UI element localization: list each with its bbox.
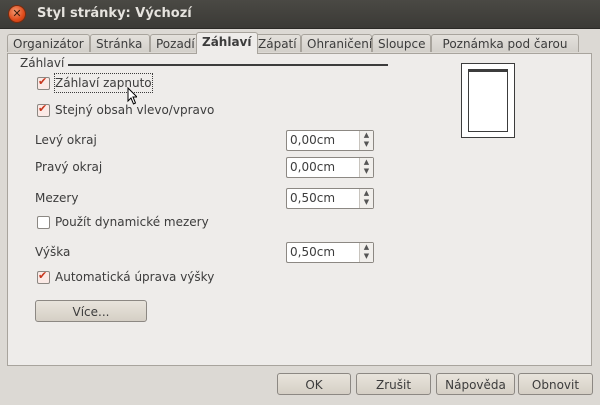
header-on-label: Záhlaví zapnuto xyxy=(54,73,153,93)
spin-arrows-icon[interactable]: ▲ ▼ xyxy=(359,131,373,150)
page-preview xyxy=(461,63,515,138)
tab-poznamka-pod-carou[interactable]: Poznámka pod čarou xyxy=(431,34,579,52)
tab-zapati[interactable]: Zápatí xyxy=(252,34,301,52)
tab-sloupce[interactable]: Sloupce xyxy=(372,34,431,52)
tab-ohraniceni[interactable]: Ohraničení xyxy=(301,34,372,52)
preview-page xyxy=(468,69,508,132)
checkbox-box[interactable] xyxy=(37,75,50,90)
spin-arrows-icon[interactable]: ▲ ▼ xyxy=(359,243,373,262)
same-content-label: Stejný obsah vlevo/vpravo xyxy=(55,103,215,117)
right-margin-label: Pravý okraj xyxy=(35,160,103,174)
window-title: Styl stránky: Výchozí xyxy=(37,6,192,21)
height-label: Výška xyxy=(35,245,71,259)
spacing-spinbox[interactable]: 0,50cm ▲ ▼ xyxy=(286,188,374,209)
right-margin-value[interactable]: 0,00cm xyxy=(290,160,335,174)
height-spinbox[interactable]: 0,50cm ▲ ▼ xyxy=(286,242,374,263)
spacing-value[interactable]: 0,50cm xyxy=(290,191,335,205)
preview-header-bar xyxy=(468,69,508,72)
right-margin-spinbox[interactable]: 0,00cm ▲ ▼ xyxy=(286,157,374,178)
tab-organizator[interactable]: Organizátor xyxy=(7,34,90,52)
cancel-button[interactable]: Zrušit xyxy=(356,373,431,395)
more-button[interactable]: Více... xyxy=(35,300,147,322)
help-button[interactable]: Nápověda xyxy=(436,373,515,395)
dynamic-spacing-label: Použít dynamické mezery xyxy=(55,215,209,229)
tab-pozadi[interactable]: Pozadí xyxy=(150,34,202,52)
window-titlebar: ✕ Styl stránky: Výchozí xyxy=(0,0,600,29)
checkbox-box[interactable] xyxy=(37,269,50,284)
spin-arrows-icon[interactable]: ▲ ▼ xyxy=(359,158,373,177)
left-margin-label: Levý okraj xyxy=(35,133,97,147)
tab-zahlavi[interactable]: Záhlaví xyxy=(196,32,258,54)
left-margin-value[interactable]: 0,00cm xyxy=(290,133,335,147)
section-divider xyxy=(68,64,388,66)
close-button[interactable]: ✕ xyxy=(9,6,25,22)
height-value[interactable]: 0,50cm xyxy=(290,245,335,259)
spin-arrows-icon[interactable]: ▲ ▼ xyxy=(359,189,373,208)
checkbox-box[interactable] xyxy=(37,216,50,229)
autofit-height-label: Automatická úprava výšky xyxy=(55,270,215,284)
section-title: Záhlaví xyxy=(20,56,65,70)
checkbox-box[interactable] xyxy=(37,102,50,117)
ok-button[interactable]: OK xyxy=(277,373,351,395)
left-margin-spinbox[interactable]: 0,00cm ▲ ▼ xyxy=(286,130,374,151)
tab-stranka[interactable]: Stránka xyxy=(90,34,150,52)
reset-button[interactable]: Obnovit xyxy=(518,373,593,395)
close-icon: ✕ xyxy=(12,7,22,20)
spacing-label: Mezery xyxy=(35,191,79,205)
